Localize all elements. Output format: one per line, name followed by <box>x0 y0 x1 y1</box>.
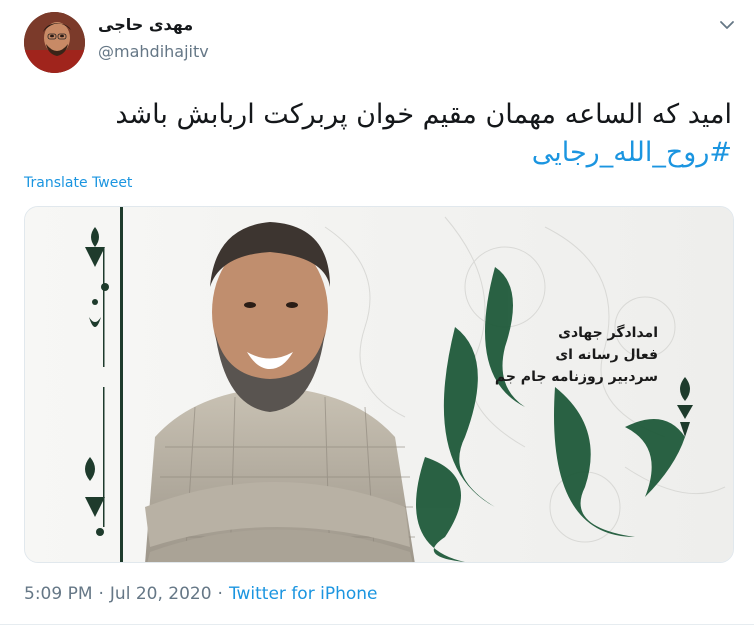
caption-line: فعال رسانه ای <box>555 347 658 363</box>
tweet-metadata: 5:09 PM · Jul 20, 2020 · Twitter for iPhone <box>24 584 377 604</box>
tweet-media-image[interactable]: امدادگر جهادی فعال رسانه ای سردبیر روزنا… <box>24 206 734 563</box>
display-name[interactable]: مهدی حاجی <box>98 15 193 34</box>
tweet-source-link[interactable]: Twitter for iPhone <box>229 584 378 604</box>
separator: · <box>217 584 223 604</box>
chevron-down-icon[interactable] <box>716 14 738 36</box>
tweet-time[interactable]: 5:09 PM <box>24 584 93 604</box>
image-caption: امدادگر جهادی فعال رسانه ای سردبیر روزنا… <box>495 322 658 388</box>
tweet-date[interactable]: Jul 20, 2020 <box>110 584 212 604</box>
tweet-card: مهدی حاجی @mahdihajitv امید که الساعه مه… <box>0 0 754 627</box>
translate-tweet-link[interactable]: Translate Tweet <box>24 175 132 191</box>
tweet-text-line: امید که الساعه مهمان مقیم خوان پربرکت ار… <box>115 99 732 130</box>
caption-line: سردبیر روزنامه جام جم <box>494 369 658 385</box>
tweet-text: امید که الساعه مهمان مقیم خوان پربرکت ار… <box>32 96 732 172</box>
hashtag-link[interactable]: #روح_الله_رجایی <box>32 134 732 172</box>
separator: · <box>98 584 104 604</box>
divider <box>0 624 754 625</box>
avatar[interactable] <box>24 12 85 73</box>
caption-line: امدادگر جهادی <box>558 325 658 341</box>
user-handle[interactable]: @mahdihajitv <box>98 42 209 61</box>
